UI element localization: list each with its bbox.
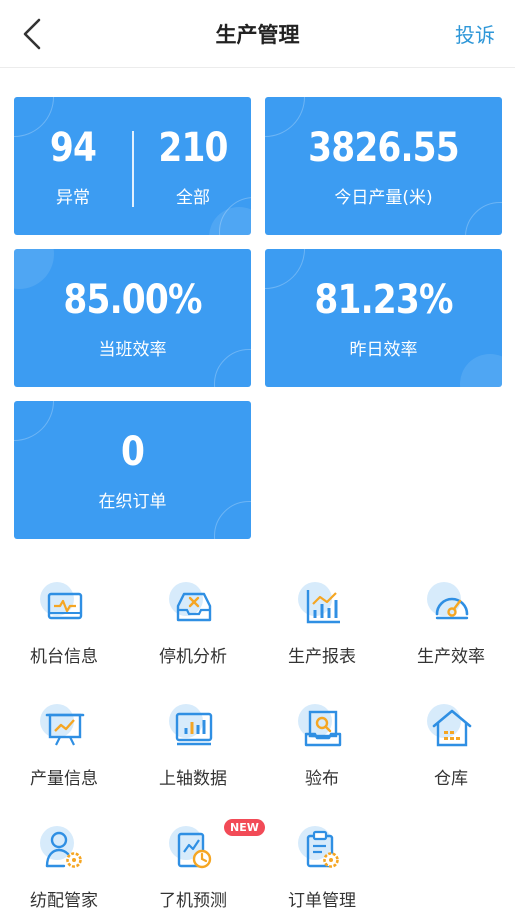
menu-label: 仓库: [434, 769, 468, 789]
page-title: 生产管理: [215, 23, 300, 47]
menu-label: 订单管理: [288, 891, 356, 911]
gauge-icon: [435, 597, 469, 620]
yesterday-efficiency-value: 81.23%: [314, 277, 453, 323]
shift-efficiency-value: 85.00%: [63, 277, 202, 323]
abnormal-stat[interactable]: 94 异常: [14, 97, 132, 235]
menu-label: 验布: [305, 769, 339, 789]
clipboard-gear-icon: [306, 830, 339, 868]
menu-label: 纺配管家: [30, 891, 98, 911]
presentation-icon: [45, 713, 85, 746]
menu-downtime-analysis[interactable]: 停机分析: [129, 582, 257, 692]
menu-label: 机台信息: [30, 647, 98, 667]
today-output-card[interactable]: 3826.55 今日产量(米): [265, 97, 502, 235]
menu-warehouse[interactable]: 仓库: [387, 704, 515, 814]
menu-label: 上轴数据: [159, 769, 227, 789]
today-output-value: 3826.55: [308, 125, 460, 171]
yesterday-efficiency-card[interactable]: 81.23% 昨日效率: [265, 249, 502, 387]
all-label: 全部: [176, 188, 210, 208]
orders-in-weaving-card[interactable]: 0 在织订单: [14, 401, 251, 539]
menu-machine-forecast[interactable]: 了机预测: [129, 826, 257, 920]
abnormal-all-card[interactable]: 94 异常 210 全部: [14, 97, 251, 235]
bar-chart-icon: [306, 590, 340, 624]
menu-label: 停机分析: [159, 647, 227, 667]
complaint-link[interactable]: 投诉: [455, 19, 495, 48]
all-count: 210: [158, 125, 228, 171]
menu-label: 生产报表: [288, 647, 356, 667]
menu-beam-data[interactable]: 上轴数据: [129, 704, 257, 814]
menu-label: 产量信息: [30, 769, 98, 789]
abnormal-count: 94: [49, 125, 97, 171]
user-gear-icon: [45, 831, 82, 868]
menu-order-management[interactable]: 订单管理: [258, 826, 386, 920]
menu-label: 生产效率: [417, 647, 485, 667]
menu-spinning-manager[interactable]: 纺配管家: [0, 826, 128, 920]
orders-in-weaving-value: 0: [120, 429, 145, 475]
header-bar: 生产管理 投诉: [0, 0, 515, 68]
menu-machine-info[interactable]: 机台信息: [0, 582, 128, 692]
clock-chart-icon: [177, 832, 212, 869]
menu-production-report[interactable]: 生产报表: [258, 582, 386, 692]
menu-production-efficiency[interactable]: 生产效率: [387, 582, 515, 692]
new-badge: NEW: [224, 819, 265, 836]
orders-in-weaving-label: 在织订单: [98, 492, 167, 512]
monitor-icon: [47, 592, 83, 620]
menu-label: 了机预测: [159, 891, 227, 911]
today-output-label: 今日产量(米): [334, 188, 433, 208]
screen-bars-icon: [175, 712, 213, 746]
inspect-icon: [304, 710, 342, 747]
menu-output-info[interactable]: 产量信息: [0, 704, 128, 814]
all-stat[interactable]: 210 全部: [134, 97, 251, 235]
menu-cloth-inspection[interactable]: 验布: [258, 704, 386, 814]
yesterday-efficiency-label: 昨日效率: [349, 340, 418, 360]
tray-x-icon: [176, 592, 212, 622]
abnormal-label: 异常: [56, 188, 90, 208]
warehouse-icon: [432, 709, 472, 747]
shift-efficiency-label: 当班效率: [98, 340, 167, 360]
shift-efficiency-card[interactable]: 85.00% 当班效率: [14, 249, 251, 387]
